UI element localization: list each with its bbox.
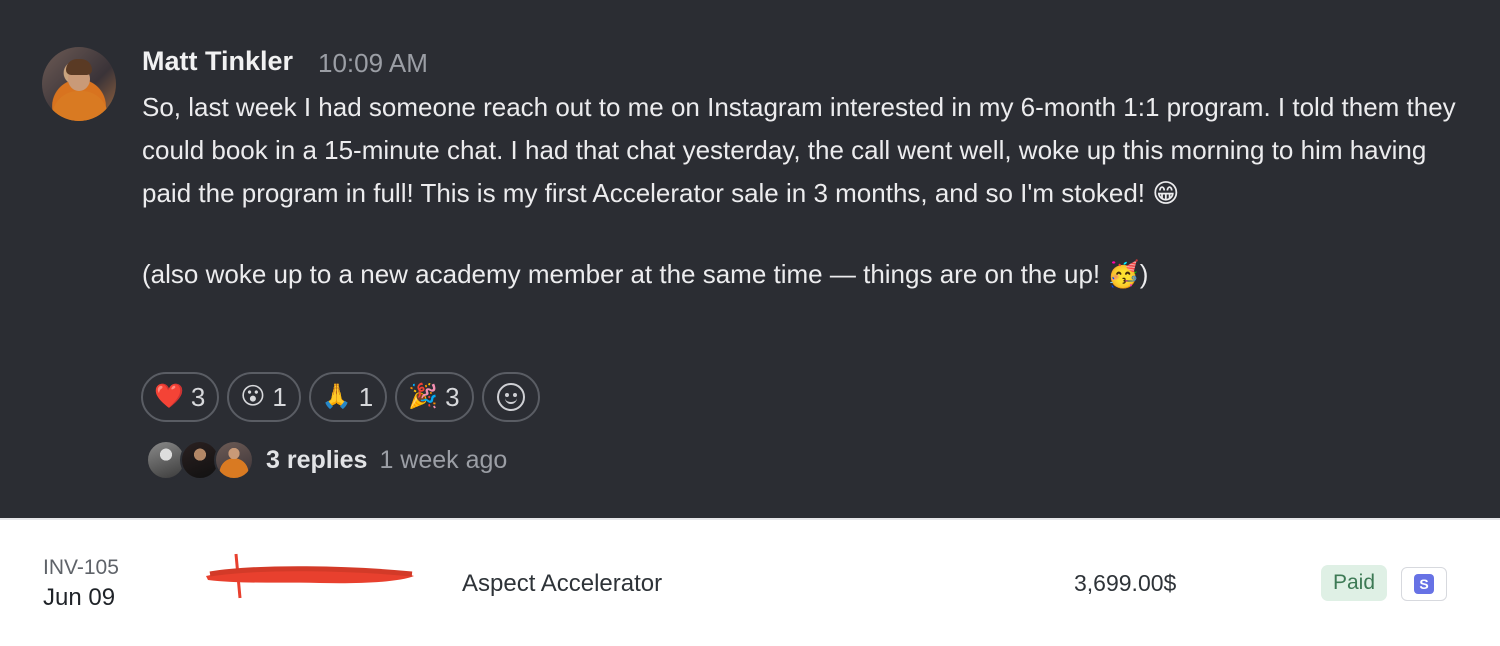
author-avatar[interactable] [42,47,116,121]
reaction-count: 1 [358,381,374,412]
party-popper-icon: 🎉 [408,383,439,410]
add-reaction-button[interactable] [481,372,540,422]
add-reaction-smiley-icon [496,383,525,411]
reaction-count: 3 [190,381,206,412]
reaction-folded-hands[interactable]: 🙏 1 [308,372,388,422]
reaction-bar: ❤️ 3 😮 1 🙏 1 🎉 3 [141,372,540,422]
invoice-product: Aspect Accelerator [462,570,663,597]
invoice-date: Jun 09 [43,584,116,611]
last-reply-time: 1 week ago [379,445,508,474]
message-body: So, last week I had someone reach out to… [142,86,1477,296]
replies-count-link[interactable]: 3 replies [266,446,367,475]
stripe-payment-badge[interactable]: S [1401,567,1447,601]
status-badge: Paid [1321,565,1388,601]
message-paragraph-1: So, last week I had someone reach out to… [142,92,1456,208]
invoice-row[interactable]: INV-105 Jun 09 Aspect Accelerator 3,699.… [0,518,1500,646]
reaction-heart[interactable]: ❤️ 3 [141,372,220,422]
message-paragraph-2: (also woke up to a new academy member at… [142,259,1149,289]
reaction-party[interactable]: 🎉 3 [395,372,474,422]
redacted-customer-name [206,553,414,599]
invoice-id: INV-105 [43,556,119,579]
message-timestamp[interactable]: 10:09 AM [318,48,428,79]
reaction-count: 1 [272,381,287,412]
surprised-face-icon: 😮 [240,383,266,410]
reaction-count: 3 [445,381,460,412]
chat-message: Matt Tinkler 10:09 AM So, last week I ha… [0,0,1500,518]
thread-replies[interactable]: 3 replies 1 week ago [146,440,507,480]
reply-avatar [214,440,254,480]
reaction-surprised[interactable]: 😮 1 [227,372,301,422]
stripe-icon: S [1414,574,1434,594]
folded-hands-icon: 🙏 [321,383,352,410]
heart-icon: ❤️ [154,383,184,410]
invoice-amount: 3,699.00$ [1074,570,1177,596]
author-name[interactable]: Matt Tinkler [142,46,293,77]
